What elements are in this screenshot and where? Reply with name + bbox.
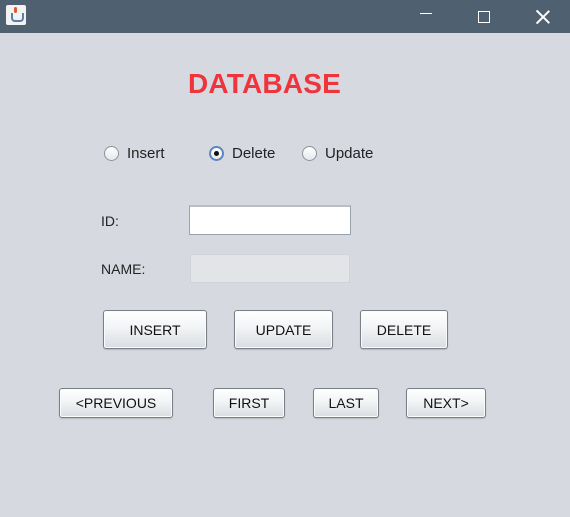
- title-bar: [0, 0, 570, 33]
- update-button[interactable]: UPDATE: [234, 310, 333, 349]
- java-cup-icon: [6, 5, 26, 25]
- minimize-button[interactable]: [403, 0, 449, 33]
- maximize-icon: [478, 10, 490, 23]
- radio-label-insert: Insert: [127, 145, 165, 162]
- radio-circle[interactable]: [104, 146, 119, 161]
- radio-insert[interactable]: Insert: [104, 145, 165, 162]
- last-button[interactable]: LAST: [313, 388, 379, 418]
- minimize-icon: [420, 13, 432, 14]
- id-field[interactable]: [189, 205, 351, 235]
- radio-update[interactable]: Update: [302, 145, 373, 162]
- id-label: ID:: [101, 213, 119, 229]
- close-icon: [536, 10, 550, 24]
- page-title: DATABASE: [188, 68, 342, 99]
- first-button[interactable]: FIRST: [213, 388, 285, 418]
- previous-button[interactable]: <PREVIOUS: [59, 388, 173, 418]
- insert-button[interactable]: INSERT: [103, 310, 207, 349]
- radio-label-update: Update: [325, 145, 374, 162]
- maximize-button[interactable]: [461, 0, 507, 33]
- radio-circle[interactable]: [302, 146, 317, 161]
- delete-button[interactable]: DELETE: [360, 310, 448, 349]
- name-label: NAME:: [101, 261, 146, 277]
- next-button[interactable]: NEXT>: [406, 388, 486, 418]
- name-field[interactable]: [190, 254, 350, 283]
- radio-label-delete: Delete: [232, 145, 276, 162]
- close-button[interactable]: [520, 0, 566, 33]
- radio-delete[interactable]: Delete: [209, 145, 275, 162]
- radio-circle-selected[interactable]: [209, 146, 224, 161]
